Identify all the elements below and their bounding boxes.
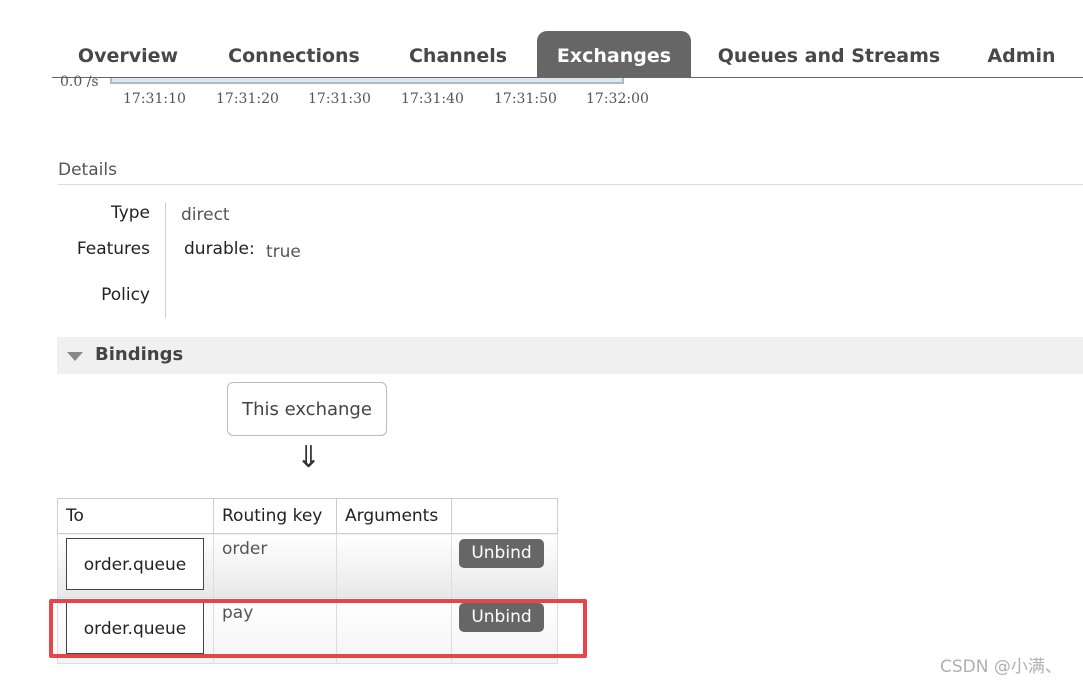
routing-key-text: order xyxy=(222,539,268,559)
tab-channels[interactable]: Channels xyxy=(392,31,524,77)
collapse-triangle-icon xyxy=(67,352,83,361)
unbind-button[interactable]: Unbind xyxy=(459,539,544,568)
tab-connections[interactable]: Connections xyxy=(214,31,374,77)
cell-routing-key: pay xyxy=(213,597,337,664)
bindings-table: To Routing key Arguments order.queue ord… xyxy=(57,498,558,664)
routing-key-text: pay xyxy=(222,603,254,623)
time-tick: 17:32:00 xyxy=(586,91,649,107)
details-column-divider xyxy=(165,203,166,318)
table-header-row: To Routing key Arguments xyxy=(57,498,558,534)
tab-queues-and-streams[interactable]: Queues and Streams xyxy=(708,31,950,77)
time-tick: 17:31:40 xyxy=(401,91,464,107)
cell-arguments xyxy=(336,533,452,598)
tab-exchanges[interactable]: Exchanges xyxy=(537,31,691,77)
bindings-section-toggle[interactable]: Bindings xyxy=(57,337,1083,374)
type-label: Type xyxy=(110,203,150,223)
rate-axis-label: 0.0 /s xyxy=(60,74,99,90)
table-row: order.queue order Unbind xyxy=(57,533,558,598)
table-row: order.queue pay Unbind xyxy=(57,597,558,664)
column-header-actions xyxy=(451,498,558,534)
arguments-text xyxy=(337,598,451,603)
policy-label: Policy xyxy=(101,285,150,305)
time-tick: 17:31:20 xyxy=(216,91,279,107)
arrow-down-icon: ⇓ xyxy=(296,440,322,475)
cell-routing-key: order xyxy=(213,533,337,598)
time-tick: 17:31:10 xyxy=(123,91,186,107)
type-value: direct xyxy=(181,205,230,225)
features-label: Features xyxy=(76,239,150,259)
cell-actions: Unbind xyxy=(451,597,558,664)
cell-actions: Unbind xyxy=(451,533,558,598)
watermark: CSDN @小满、 xyxy=(940,657,1062,677)
time-tick: 17:31:50 xyxy=(494,91,557,107)
tab-admin[interactable]: Admin xyxy=(974,31,1069,77)
nav-tabbar: Overview Connections Channels Exchanges … xyxy=(52,31,1083,78)
column-header-arguments: Arguments xyxy=(336,498,452,534)
column-header-to: To xyxy=(57,498,214,534)
cell-arguments xyxy=(336,597,452,664)
feature-durable-key: durable: xyxy=(184,239,255,259)
bindings-title: Bindings xyxy=(95,344,184,365)
details-title: Details xyxy=(58,160,117,180)
arguments-text xyxy=(337,534,451,539)
rate-chart-baseline xyxy=(110,78,624,84)
column-header-routing-key: Routing key xyxy=(213,498,337,534)
queue-link[interactable]: order.queue xyxy=(66,538,204,590)
queue-link[interactable]: order.queue xyxy=(66,602,204,654)
this-exchange-node: This exchange xyxy=(227,382,387,436)
cell-to: order.queue xyxy=(57,597,214,664)
feature-durable-value: true xyxy=(266,242,301,262)
cell-to: order.queue xyxy=(57,533,214,598)
tab-overview[interactable]: Overview xyxy=(60,31,196,77)
time-tick: 17:31:30 xyxy=(308,91,371,107)
details-divider xyxy=(58,184,1083,185)
unbind-button[interactable]: Unbind xyxy=(459,603,544,632)
